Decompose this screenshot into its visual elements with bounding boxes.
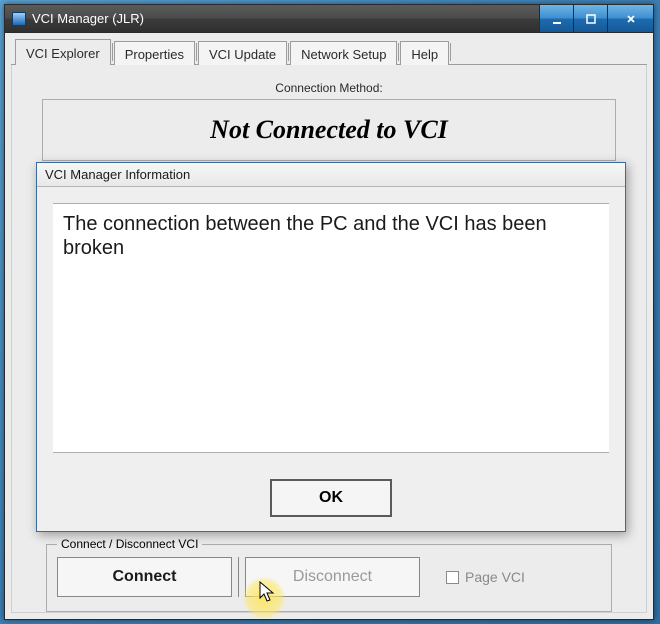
app-icon [12, 12, 26, 26]
button-label: Connect [113, 568, 177, 586]
connect-disconnect-group: Connect / Disconnect VCI Connect Disconn… [46, 544, 612, 612]
tab-network-setup[interactable]: Network Setup [290, 41, 397, 65]
checkbox-box [446, 571, 459, 584]
connection-status: Not Connected to VCI [210, 115, 448, 145]
tab-help[interactable]: Help [400, 41, 449, 65]
disconnect-button[interactable]: Disconnect [245, 557, 420, 597]
dialog-message: The connection between the PC and the VC… [53, 203, 609, 453]
checkbox-label: Page VCI [465, 569, 525, 585]
info-dialog: VCI Manager Information The connection b… [36, 162, 626, 532]
page-vci-checkbox[interactable]: Page VCI [446, 569, 525, 585]
dialog-titlebar[interactable]: VCI Manager Information [37, 163, 625, 187]
button-label: Disconnect [293, 568, 372, 586]
minimize-button[interactable] [539, 5, 573, 32]
tab-strip: VCI Explorer Properties VCI Update Netwo… [11, 39, 647, 65]
connection-status-box: Not Connected to VCI [42, 99, 616, 161]
tab-vci-explorer[interactable]: VCI Explorer [15, 39, 111, 65]
tab-properties[interactable]: Properties [114, 41, 195, 65]
tab-vci-update[interactable]: VCI Update [198, 41, 287, 65]
window-title: VCI Manager (JLR) [32, 11, 144, 26]
group-legend: Connect / Disconnect VCI [57, 537, 202, 551]
ok-button[interactable]: OK [270, 479, 392, 517]
tab-label: Properties [125, 47, 184, 62]
tab-label: Help [411, 47, 438, 62]
button-separator [238, 557, 239, 597]
tab-label: VCI Update [209, 47, 276, 62]
connection-method-label: Connection Method: [42, 81, 616, 95]
button-label: OK [319, 489, 343, 507]
titlebar[interactable]: VCI Manager (JLR) [5, 5, 653, 33]
connect-button[interactable]: Connect [57, 557, 232, 597]
tab-label: VCI Explorer [26, 46, 100, 61]
close-button[interactable] [607, 5, 653, 32]
tab-label: Network Setup [301, 47, 386, 62]
maximize-button[interactable] [573, 5, 607, 32]
dialog-title: VCI Manager Information [45, 167, 190, 182]
